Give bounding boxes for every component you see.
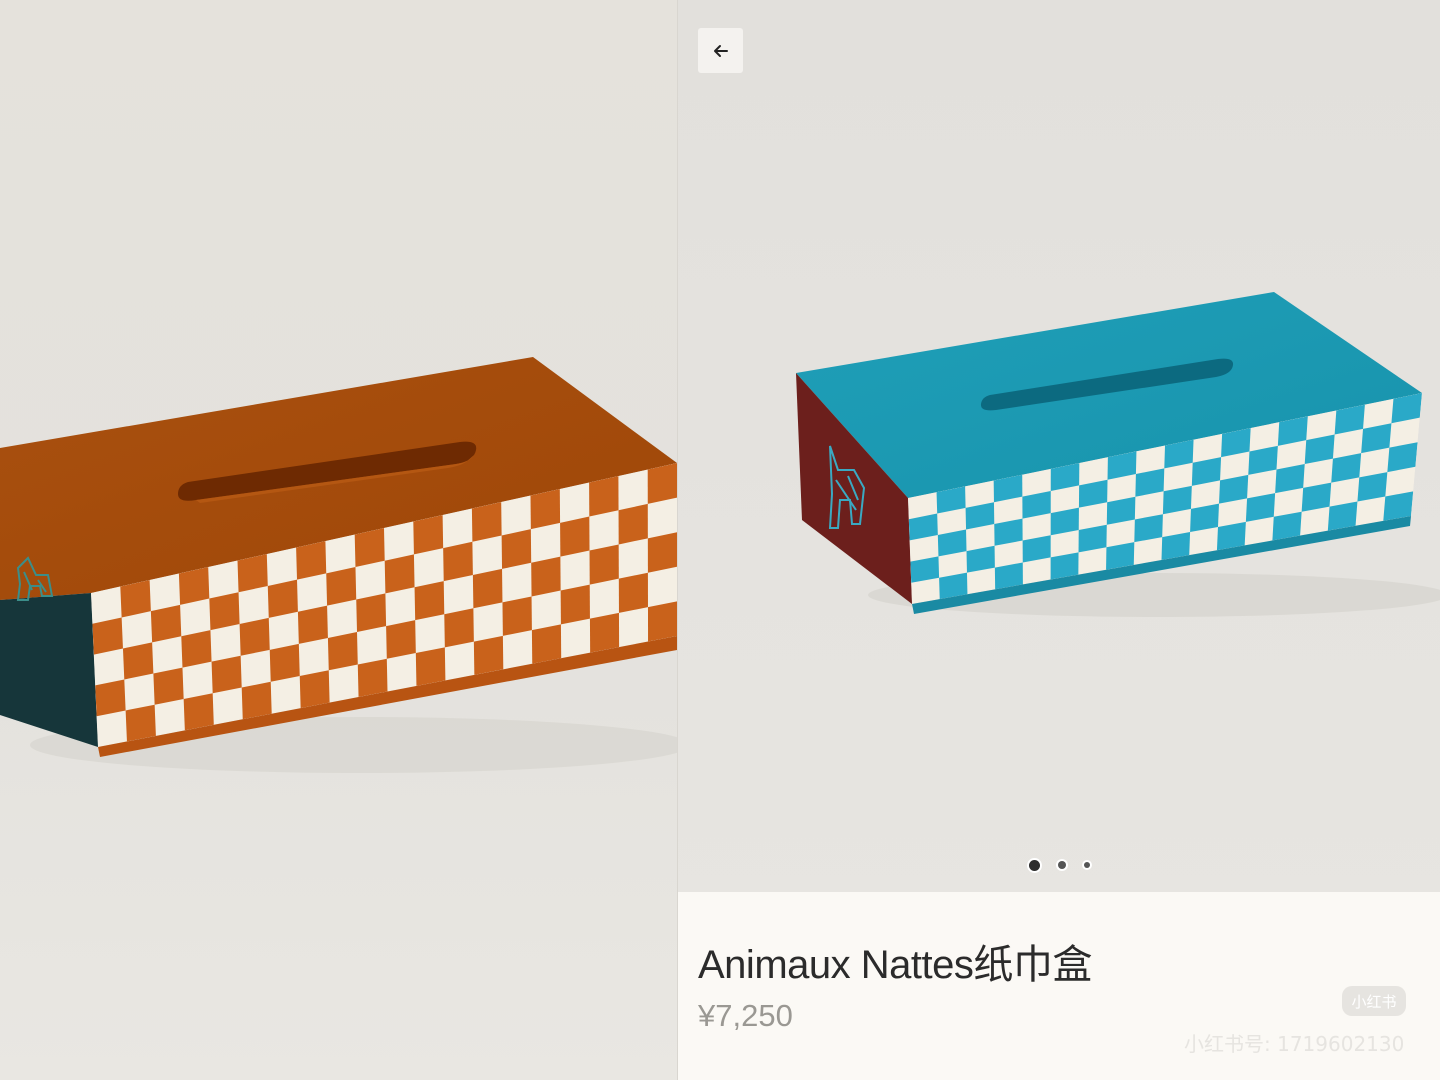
product-title: Animaux Nattes纸巾盒 [698,943,1092,987]
left-product-image-panel [0,0,677,1080]
orange-tissue-box-image [0,357,677,773]
right-product-page-panel: Animaux Nattes纸巾盒 ¥7,250 小红书 小红书号: 17196… [678,0,1440,1080]
product-price: ¥7,250 [698,998,793,1033]
carousel-dot-3[interactable] [1083,862,1090,868]
arrow-left-icon [713,44,728,57]
carousel-dot-1[interactable] [1028,859,1040,871]
carousel-dot-2[interactable] [1057,861,1066,869]
watermark-logo: 小红书 [1342,986,1406,1016]
watermark-id: 小红书号: 1719602130 [1184,1032,1405,1056]
box-side [0,593,98,747]
teal-tissue-box-image [796,292,1440,617]
carousel-indicator [678,858,1440,872]
product-info-card: Animaux Nattes纸巾盒 ¥7,250 小红书 小红书号: 17196… [678,892,1440,1080]
back-button[interactable] [698,28,743,73]
